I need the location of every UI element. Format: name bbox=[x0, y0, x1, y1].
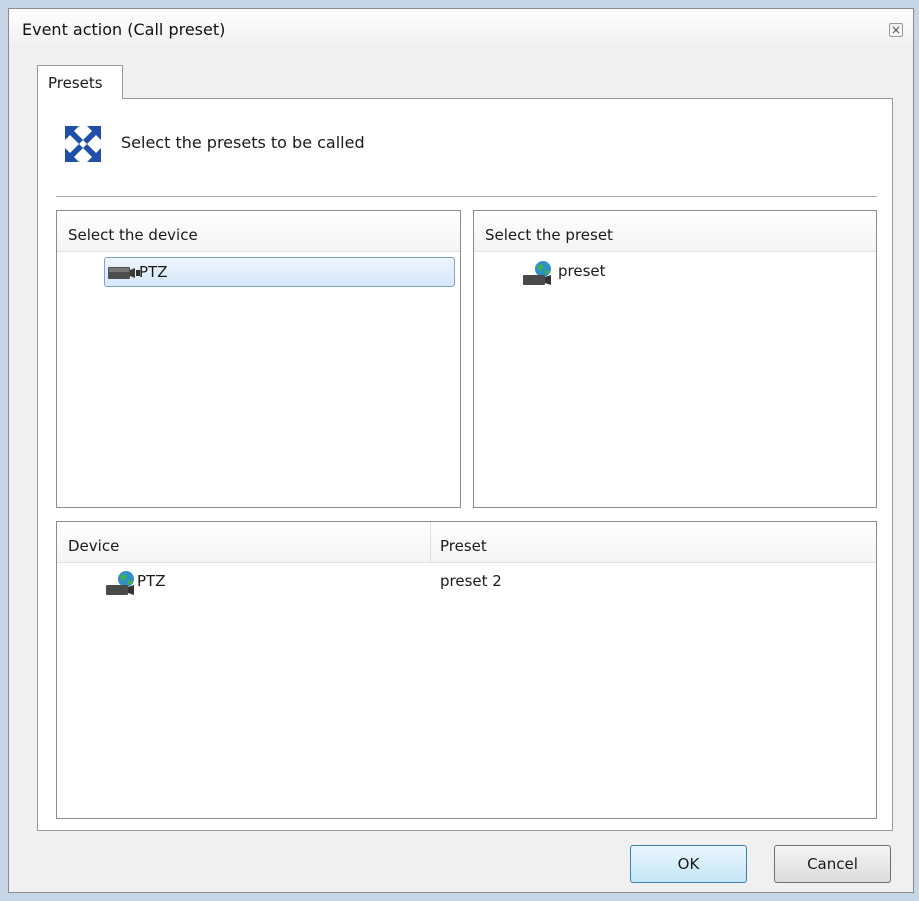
preset-item[interactable]: preset bbox=[520, 257, 650, 287]
preset-tree-panel: Select the preset preset bbox=[473, 210, 877, 508]
fullscreen-arrows-icon bbox=[65, 126, 101, 162]
ok-button[interactable]: OK bbox=[630, 845, 747, 883]
close-button[interactable] bbox=[889, 23, 903, 37]
column-header-device[interactable]: Device bbox=[68, 537, 119, 555]
globe-camera-icon bbox=[523, 261, 551, 285]
column-header-preset[interactable]: Preset bbox=[440, 537, 487, 555]
header-separator bbox=[56, 196, 877, 197]
selected-presets-list: Device Preset PTZ preset 2 bbox=[56, 521, 877, 819]
preset-panel-title: Select the preset bbox=[485, 226, 613, 244]
window-title: Event action (Call preset) bbox=[22, 20, 226, 39]
table-row[interactable]: PTZ preset 2 bbox=[103, 568, 863, 598]
device-panel-header: Select the device bbox=[57, 211, 460, 252]
tab-label: Presets bbox=[48, 74, 103, 92]
globe-camera-icon bbox=[106, 571, 134, 595]
device-panel-title: Select the device bbox=[68, 226, 198, 244]
instruction-text: Select the presets to be called bbox=[121, 133, 365, 152]
row-device-cell: PTZ bbox=[137, 572, 166, 590]
device-item-label: PTZ bbox=[139, 263, 168, 281]
cancel-button[interactable]: Cancel bbox=[774, 845, 891, 883]
device-tree-panel: Select the device PTZ bbox=[56, 210, 461, 508]
title-bar: Event action (Call preset) bbox=[9, 9, 913, 47]
preset-panel-header: Select the preset bbox=[474, 211, 876, 252]
close-icon bbox=[892, 26, 900, 34]
preset-item-label: preset bbox=[558, 262, 606, 280]
camera-icon bbox=[108, 267, 140, 279]
list-header: Device Preset bbox=[57, 522, 876, 563]
tab-presets[interactable]: Presets bbox=[37, 65, 123, 99]
row-preset-cell: preset 2 bbox=[440, 572, 502, 590]
device-item-ptz[interactable]: PTZ bbox=[104, 257, 455, 287]
column-divider[interactable] bbox=[430, 522, 431, 562]
